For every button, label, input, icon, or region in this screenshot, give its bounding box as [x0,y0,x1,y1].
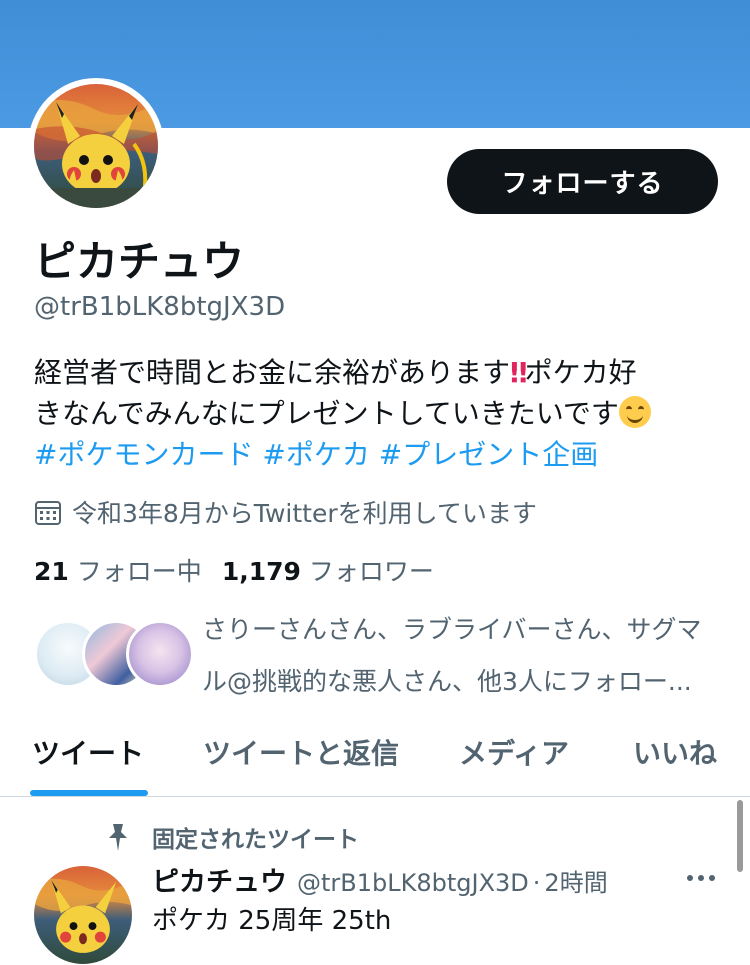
bio-text-1: 経営者で時間とお金に余裕があります [34,356,511,389]
tab-media[interactable]: メディア [459,732,569,772]
joined-text: 令和3年8月からTwitterを利用しています [72,499,537,528]
bio-text-1b: ポケカ好 [524,356,637,389]
tab-likes[interactable]: いいね [633,732,717,772]
followed-by-text: さりーさんさん、ラブライバーさん、サグマ ル@挑戦的な悪人さん、他3人にフォロー… [202,604,732,708]
follow-button[interactable]: フォローする [447,149,718,214]
profile-handle: @trB1bLK8btgJX3D [34,292,286,322]
pikachu-art [34,100,158,208]
follower-avatar-3 [126,620,194,688]
follow-stats: 21 フォロー中 1,179 フォロワー [34,552,454,588]
pin-icon [109,824,127,851]
profile-display-name: ピカチュウ [34,237,245,286]
following-link[interactable]: 21 フォロー中 [34,552,202,588]
avatar-image [34,84,158,208]
pinned-tweet-label: 固定されたツイート [104,820,359,854]
tab-tweets[interactable]: ツイート [32,732,144,772]
bio-line-1: 経営者で時間とお金に余裕があります‼ポケカ好 [34,352,724,393]
calendar-icon [35,501,61,525]
tweet-author-handle[interactable]: @trB1bLK8btgJX3D [297,869,529,897]
followers-count: 1,179 [221,557,301,586]
profile-page: フォローする ピカチュウ @trB1bLK8btgJX3D 経営者で時間とお金に… [0,0,750,965]
pikachu-art-small [34,878,132,953]
scrollbar[interactable] [737,800,743,872]
profile-avatar[interactable] [28,78,164,214]
smile-emoji [618,396,651,428]
tweet-text: ポケカ 25周年 25th [152,906,392,936]
tweet-time[interactable]: 2時間 [544,863,607,898]
followed-by-section[interactable]: さりーさんさん、ラブライバーさん、サグマ ル@挑戦的な悪人さん、他3人にフォロー… [34,612,724,702]
hashtag-pokemon-card[interactable]: #ポケモンカード [34,438,253,471]
pinned-label-text: 固定されたツイート [152,827,359,853]
bio-text-2: きなんでみんなにプレゼントしていきたいです [34,397,619,430]
followed-by-line-2: ル@挑戦的な悪人さん、他3人にフォロー... [202,667,692,696]
profile-tabs: ツイート ツイートと返信 メディア いいね [0,720,750,797]
tweet-header: ピカチュウ @trB1bLK8btgJX3D · 2時間 [152,860,692,899]
followers-label: フォロワー [308,557,434,586]
tweet-separator: · [532,869,541,897]
tweet-author-avatar[interactable] [34,866,132,964]
joined-date: 令和3年8月からTwitterを利用しています [34,494,537,530]
hashtag-pokeca[interactable]: #ポケカ [262,438,369,471]
double-exclamation-emoji: ‼ [510,356,527,389]
tab-tweets-and-replies[interactable]: ツイートと返信 [203,732,399,772]
followed-by-avatars [34,620,194,688]
bio-line-3: #ポケモンカード #ポケカ #プレゼント企画 [34,434,724,475]
tweet-author-name[interactable]: ピカチュウ [152,860,287,899]
bio-line-2: きなんでみんなにプレゼントしていきたいです [34,393,724,434]
profile-bio: 経営者で時間とお金に余裕があります‼ポケカ好 きなんでみんなにプレゼントしていき… [34,352,724,475]
following-label: フォロー中 [76,557,202,586]
followers-link[interactable]: 1,179 フォロワー [222,552,434,588]
following-count: 21 [34,557,69,586]
followed-by-line-1: さりーさんさん、ラブライバーさん、サグマ [202,615,702,644]
active-tab-indicator [30,790,148,796]
hashtag-present-kikaku[interactable]: #プレゼント企画 [379,438,598,471]
more-icon[interactable] [684,866,718,890]
